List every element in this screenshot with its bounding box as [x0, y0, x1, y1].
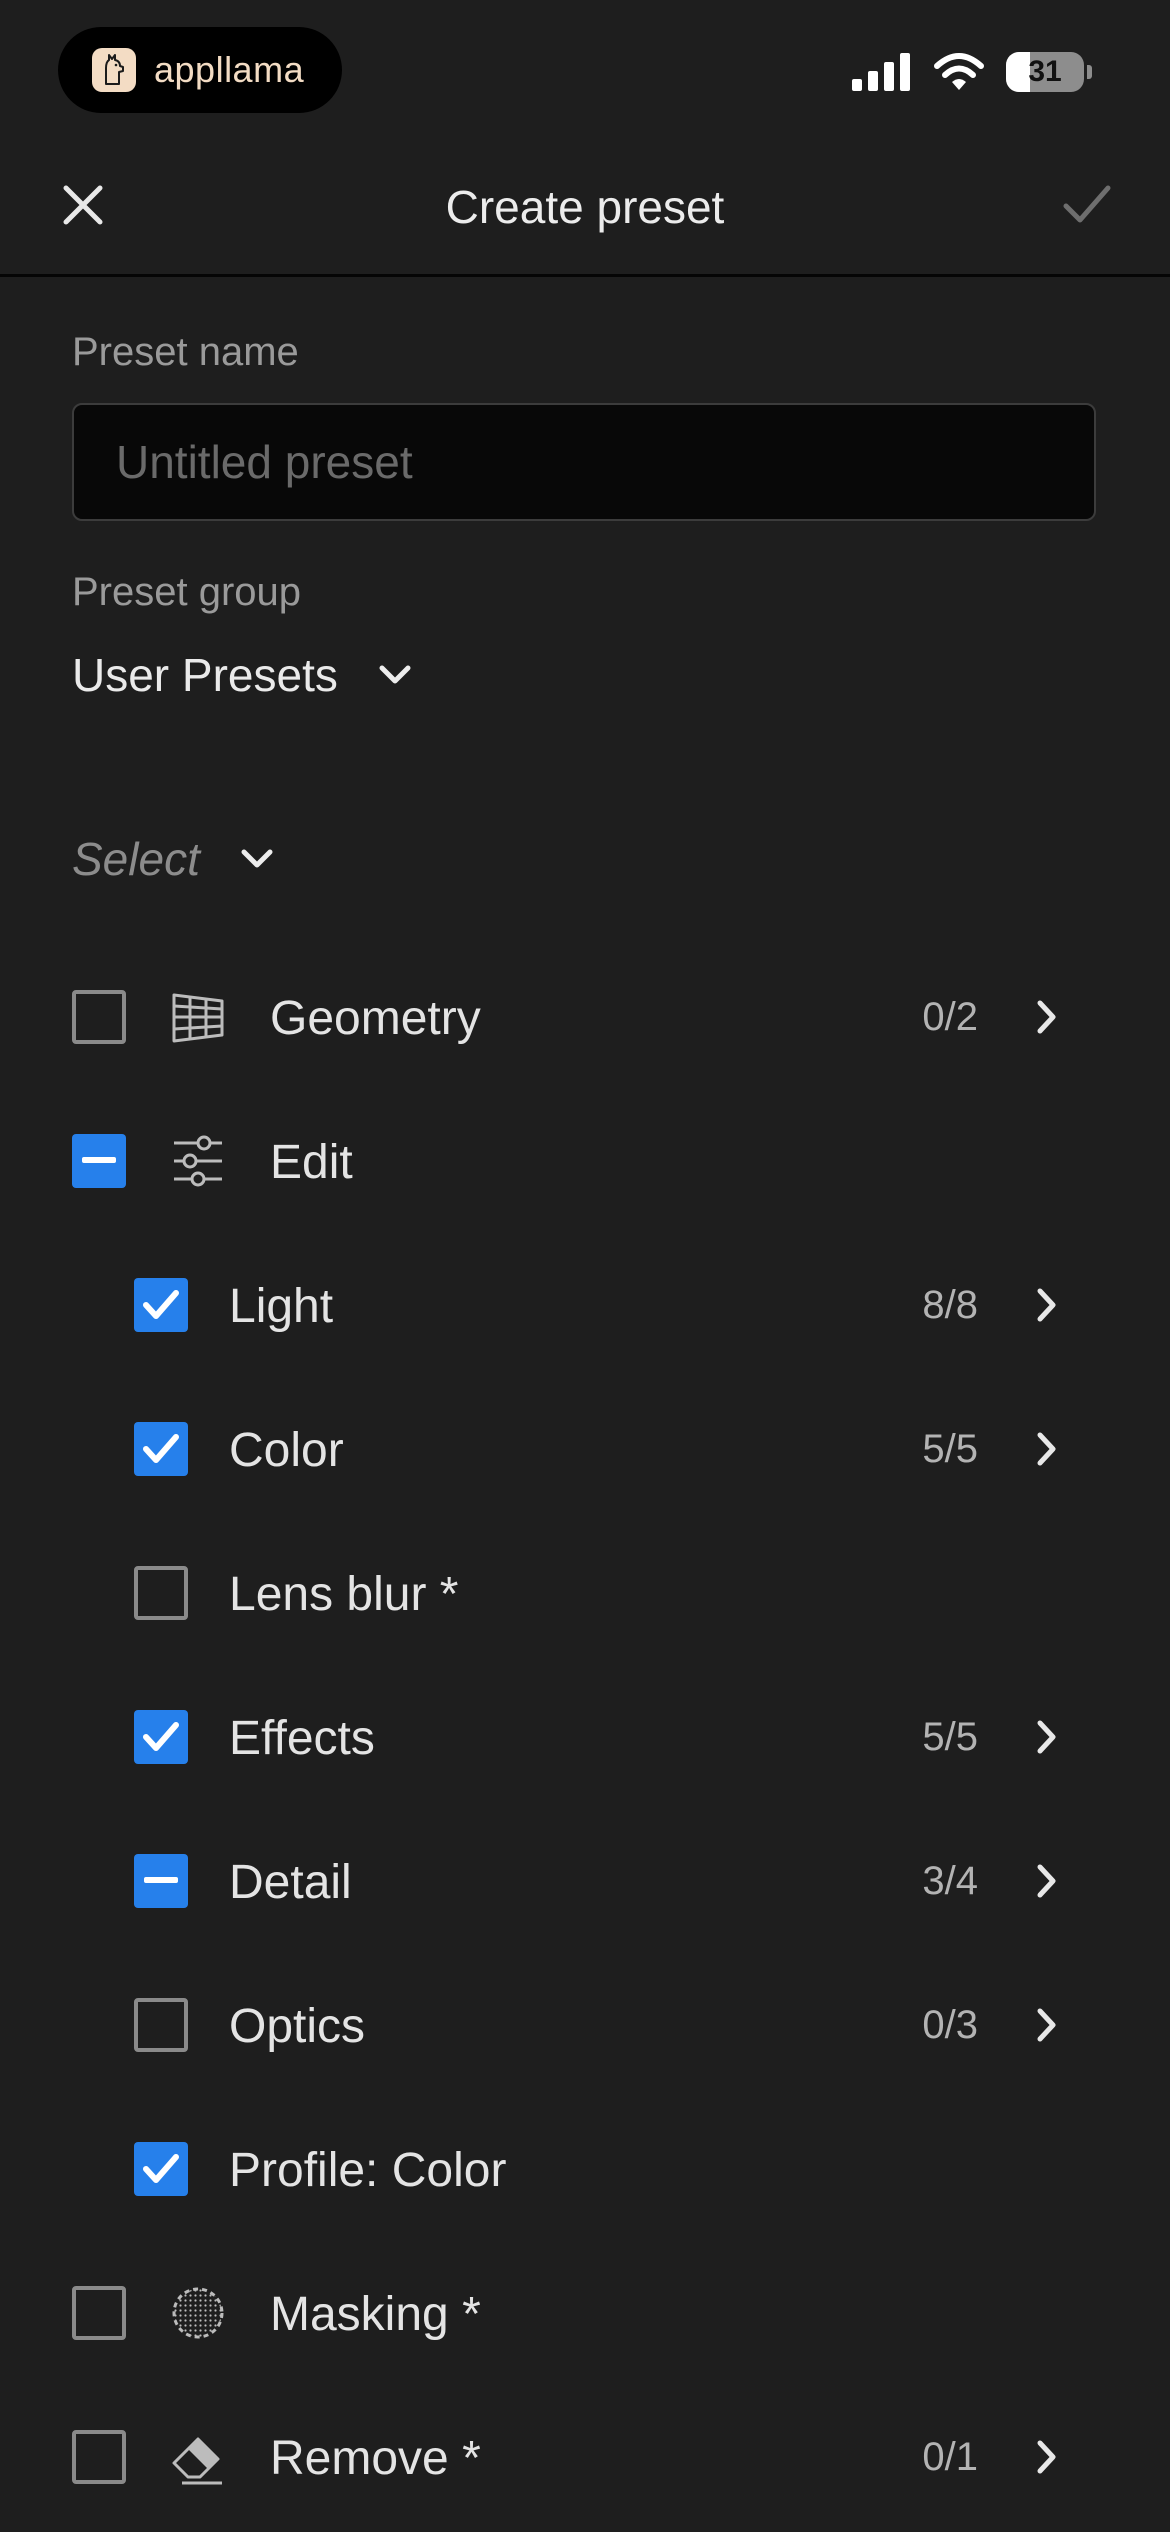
checkbox[interactable]: [134, 1854, 188, 1908]
checkbox[interactable]: [72, 2430, 126, 2484]
select-dropdown[interactable]: Select: [72, 832, 274, 886]
row-label: Detail: [229, 1856, 352, 1909]
list-item-color[interactable]: Color 5/5: [0, 1399, 1170, 1499]
battery-indicator: 31: [1006, 52, 1084, 92]
checkmark-icon: [143, 2154, 179, 2183]
status-bar: appllama 31: [0, 0, 1170, 140]
preset-group-dropdown[interactable]: User Presets: [72, 648, 412, 702]
chevron-right-icon[interactable]: [1036, 1431, 1058, 1467]
list-item-lens-blur[interactable]: Lens blur *: [0, 1543, 1170, 1643]
row-label: Masking *: [270, 2288, 481, 2341]
list-item-profile-color[interactable]: Profile: Color: [0, 2119, 1170, 2219]
row-count: 8/8: [922, 1283, 978, 1327]
checkmark-icon: [143, 1722, 179, 1751]
row-count: 0/3: [922, 2003, 978, 2047]
list-item-effects[interactable]: Effects 5/5: [0, 1687, 1170, 1787]
llama-logo-icon: [92, 48, 136, 92]
row-label: Color: [229, 1424, 344, 1477]
preset-group-label: Preset group: [72, 570, 302, 614]
geometry-grid-icon: [172, 993, 224, 1043]
row-label: Optics: [229, 2000, 366, 2053]
row-label: Remove *: [270, 2432, 481, 2485]
wifi-icon: [934, 53, 984, 90]
app-name: appllama: [154, 49, 305, 90]
checkmark-icon: [143, 1434, 179, 1463]
chevron-down-icon: [241, 849, 273, 868]
list-item-edit[interactable]: Edit: [0, 1111, 1170, 1211]
eraser-icon: [172, 2437, 222, 2485]
checkbox[interactable]: [134, 1710, 188, 1764]
navigation-header: Create preset: [0, 140, 1170, 277]
list-item-masking[interactable]: Masking *: [0, 2263, 1170, 2363]
checkmark-icon[interactable]: [1060, 180, 1114, 230]
page-title: Create preset: [445, 181, 725, 233]
list-item-geometry[interactable]: Geometry 0/2: [0, 967, 1170, 1067]
checkbox[interactable]: [72, 1134, 126, 1188]
row-label: Lens blur *: [229, 1568, 459, 1621]
select-label: Select: [72, 833, 200, 885]
battery-tip: [1087, 65, 1092, 79]
checkbox[interactable]: [72, 2286, 126, 2340]
row-count: 0/2: [922, 995, 978, 1039]
sliders-icon: [174, 1135, 222, 1187]
chevron-right-icon[interactable]: [1036, 2439, 1058, 2475]
row-label: Light: [229, 1280, 334, 1333]
row-label: Geometry: [270, 992, 481, 1045]
checkbox[interactable]: [72, 990, 126, 1044]
row-label: Profile: Color: [229, 2144, 507, 2197]
masking-icon: [172, 2287, 224, 2339]
list-item-remove[interactable]: Remove * 0/1: [0, 2407, 1170, 2507]
checkbox[interactable]: [134, 1566, 188, 1620]
chevron-down-icon: [379, 665, 411, 684]
row-count: 5/5: [922, 1715, 978, 1759]
indeterminate-dash-icon: [144, 1877, 178, 1883]
row-count: 0/1: [922, 2435, 978, 2479]
checkbox[interactable]: [134, 1422, 188, 1476]
list-item-detail[interactable]: Detail 3/4: [0, 1831, 1170, 1931]
app-indicator-pill[interactable]: appllama: [58, 27, 342, 113]
preset-group-value: User Presets: [72, 649, 338, 701]
checkbox[interactable]: [134, 1998, 188, 2052]
row-label: Effects: [229, 1712, 375, 1765]
chevron-right-icon[interactable]: [1036, 1719, 1058, 1755]
chevron-right-icon[interactable]: [1036, 2007, 1058, 2043]
indeterminate-dash-icon: [82, 1157, 116, 1163]
battery-level: 31: [1028, 55, 1062, 88]
checkbox[interactable]: [134, 2142, 188, 2196]
checkbox[interactable]: [134, 1278, 188, 1332]
row-count: 5/5: [922, 1427, 978, 1471]
checkmark-icon: [143, 1290, 179, 1319]
preset-name-label: Preset name: [72, 330, 299, 374]
list-item-optics[interactable]: Optics 0/3: [0, 1975, 1170, 2075]
chevron-right-icon[interactable]: [1036, 1287, 1058, 1323]
row-label: Edit: [270, 1136, 353, 1189]
chevron-right-icon[interactable]: [1036, 999, 1058, 1035]
list-item-light[interactable]: Light 8/8: [0, 1255, 1170, 1355]
chevron-right-icon[interactable]: [1036, 1863, 1058, 1899]
row-count: 3/4: [922, 1859, 978, 1903]
cellular-signal-icon: [852, 53, 910, 91]
preset-name-input[interactable]: [72, 403, 1096, 521]
